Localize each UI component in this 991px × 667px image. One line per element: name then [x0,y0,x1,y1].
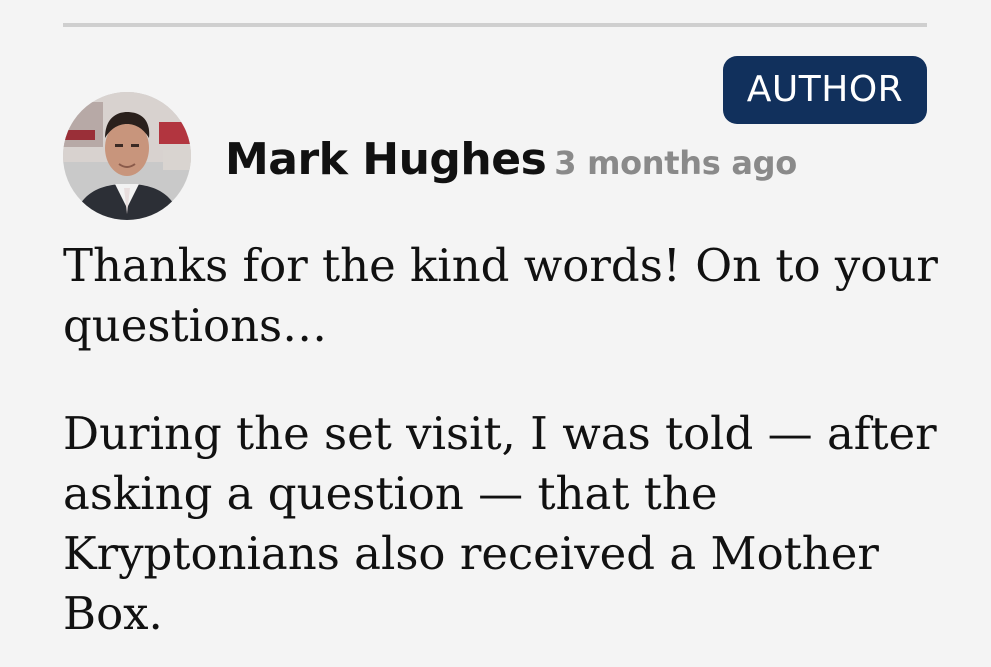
author-avatar[interactable] [63,92,191,220]
comment-body: Thanks for the kind words! On to your qu… [63,236,943,667]
comment-paragraph: Thanks for the kind words! On to your qu… [63,239,938,352]
comment-card: AUTHOR Mark Hughes 3 months ago Thanks fo… [0,0,991,667]
author-badge: AUTHOR [723,56,927,124]
author-name[interactable]: Mark Hughes [225,134,547,185]
comment-timestamp[interactable]: 3 months ago [554,144,797,182]
comment-paragraph: During the set visit, I was told — after… [63,407,937,640]
comment-header: Mark Hughes 3 months ago [225,134,797,194]
top-divider [63,23,927,27]
avatar-photo-icon [63,92,191,220]
